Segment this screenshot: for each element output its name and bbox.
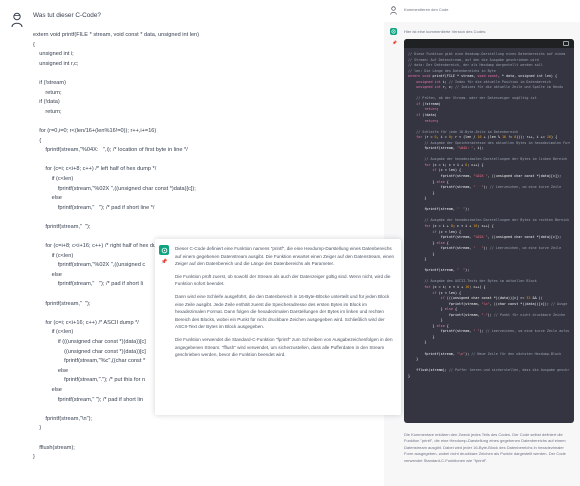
explanation-paragraph: Die Funktion verwendet die Standard-C-Fu… (175, 336, 393, 358)
code-line: fprintf(stream," "); /* pad if short lin… (33, 204, 155, 211)
code-line: unsigned int i; (33, 51, 74, 58)
code-line: if (c<len) (33, 175, 74, 182)
user-avatar-icon (11, 12, 23, 28)
code-line: fflush(stream); // Puffer leeren und sic… (408, 368, 570, 373)
pin-icon[interactable]: 📌 (161, 259, 167, 265)
code-line: return; (33, 89, 62, 96)
code-line: fflush(stream); (33, 444, 75, 451)
code-line: { (33, 137, 42, 144)
code-line: } (33, 454, 35, 461)
code-line: for (c=i; c<i+8; c++) /* left half of he… (33, 166, 157, 173)
code-line: if (!data) (33, 99, 60, 106)
explanation-paragraph: Dieser C-Code definiert eine Funktion na… (175, 246, 395, 267)
code-line: fprintf(stream,"%04X: ",i); /* location … (33, 147, 188, 154)
code-line: fprintf(stream," "); (33, 223, 91, 230)
assistant-explanation-card: 📌 Dieser C-Code definiert eine Funktion … (155, 239, 401, 415)
code-line: { (33, 41, 35, 48)
user-message-text: Kommentieren den Code (404, 7, 449, 12)
user-avatar-icon (390, 6, 397, 15)
code-line: fprintf(stream,"\n"); (33, 415, 92, 422)
commented-code-text: // Diese Funktion gibt eine Hexdump-Dars… (404, 48, 574, 383)
code-line: fprintf(stream,"%02X ",((unsigned char c… (33, 185, 196, 192)
assistant-intro-text: Hier ist eine kommentierte Version des C… (404, 29, 487, 34)
code-line: } (33, 425, 42, 432)
assistant-logo-icon (390, 28, 397, 35)
code-line: for (r=0,i=0; r<(len/16+(len%16!=0)); r+… (33, 127, 157, 134)
code-line: extern void printf(FILE * stream, void c… (33, 32, 200, 38)
assistant-explanation-text: Dieser C-Code definiert eine Funktion na… (175, 245, 395, 364)
code-line: fprintf(stream, "\n"); // Neue Zeile für… (408, 351, 562, 356)
code-line: unsigned int r, c; // Indizes für die ak… (416, 85, 564, 90)
assistant-logo-icon (159, 245, 169, 255)
commented-code-block: // Diese Funktion gibt eine Hexdump-Dars… (404, 39, 574, 423)
assistant-outro-text: Die Kommentare erklären den Zweck jedes … (404, 432, 566, 463)
code-line: } (408, 373, 411, 378)
code-line: unsigned int r,c; (33, 60, 79, 67)
code-line: else (33, 195, 62, 202)
code-block-header (404, 39, 574, 48)
user-question: Was tut dieser C-Code? (33, 12, 101, 19)
code-line: if (!stream) (33, 79, 66, 86)
explanation-paragraph: Die Funktion prüft zuerst, ob sowohl der… (175, 273, 391, 287)
code-line: return; (33, 108, 62, 115)
pin-icon[interactable]: 📌 (392, 40, 397, 45)
user-message-row: Kommentieren den Code (384, 0, 580, 22)
right-chat-panel: Kommentieren den Code 📌 Hier ist eine ko… (384, 0, 580, 486)
explanation-paragraph: Dann wird eine Schleife ausgeführt, die … (175, 293, 390, 330)
copy-code-icon[interactable] (563, 41, 569, 46)
